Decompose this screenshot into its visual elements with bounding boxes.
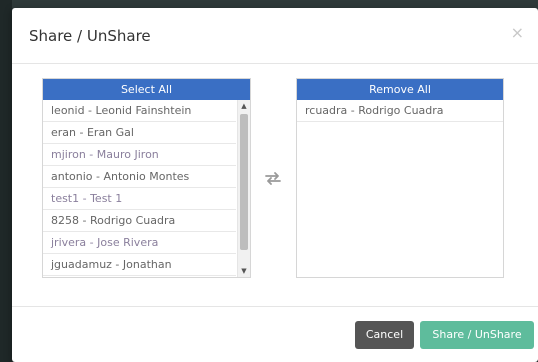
shared-users-panel: Remove All rcuadra - Rodrigo Cuadra <box>296 78 504 278</box>
transfer-arrows-icon[interactable] <box>263 171 283 185</box>
close-icon[interactable]: × <box>511 25 524 41</box>
available-users-panel: Select All leonid - Leonid Fainshtein er… <box>42 78 251 278</box>
list-item[interactable]: test1 - Test 1 <box>43 188 236 210</box>
remove-all-button[interactable]: Remove All <box>297 79 503 100</box>
list-item[interactable]: jguadamuz - Jonathan <box>43 254 236 276</box>
list-item[interactable]: mjiron - Mauro Jiron <box>43 144 236 166</box>
share-modal: Share / UnShare × Select All leonid - Le… <box>12 8 538 362</box>
list-item[interactable]: 8258 - Rodrigo Cuadra <box>43 210 236 232</box>
list-item[interactable]: rcuadra - Rodrigo Cuadra <box>297 100 503 122</box>
list-item[interactable]: jrivera - Jose Rivera <box>43 232 236 254</box>
scroll-up-arrow-icon[interactable]: ▲ <box>238 100 250 112</box>
list-item[interactable]: antonio - Antonio Montes <box>43 166 236 188</box>
cancel-button[interactable]: Cancel <box>355 321 414 349</box>
scroll-thumb[interactable] <box>240 114 248 250</box>
list-scrollbar[interactable]: ▲ ▼ <box>237 100 250 277</box>
available-users-list: leonid - Leonid Fainshtein eran - Eran G… <box>43 100 236 277</box>
modal-footer: Cancel Share / UnShare <box>12 306 538 362</box>
list-item[interactable]: eran - Eran Gal <box>43 122 236 144</box>
modal-title: Share / UnShare <box>29 27 151 45</box>
modal-header: Share / UnShare × <box>12 8 538 64</box>
list-item[interactable]: leonid - Leonid Fainshtein <box>43 100 236 122</box>
select-all-button[interactable]: Select All <box>43 79 250 100</box>
scroll-down-arrow-icon[interactable]: ▼ <box>238 265 250 277</box>
shared-users-list: rcuadra - Rodrigo Cuadra <box>297 100 503 277</box>
share-unshare-button[interactable]: Share / UnShare <box>420 321 534 349</box>
backdrop-left <box>0 0 12 362</box>
